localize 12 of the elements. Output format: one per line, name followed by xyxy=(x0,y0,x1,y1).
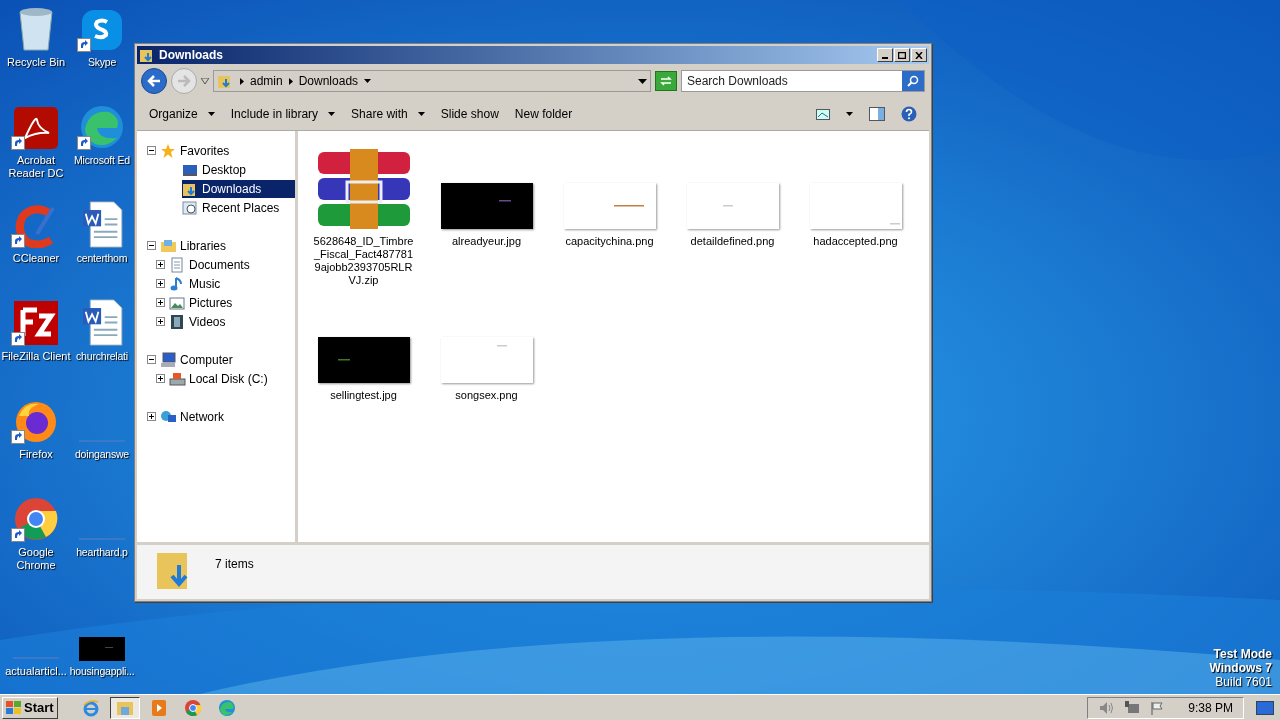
network-icon[interactable] xyxy=(1124,700,1141,715)
folder-icon xyxy=(115,699,134,716)
chrome-icon xyxy=(183,698,202,717)
show-desktop-icon[interactable] xyxy=(1256,700,1274,715)
ie-icon xyxy=(81,698,100,717)
edge-icon xyxy=(217,698,236,717)
media-player-icon xyxy=(150,698,167,717)
start-button[interactable]: Start xyxy=(2,696,58,719)
flag-icon[interactable] xyxy=(1150,700,1165,715)
clock: 9:38 PM xyxy=(1188,699,1233,717)
taskbar-button[interactable] xyxy=(109,696,140,719)
windows-logo-icon xyxy=(6,700,22,715)
